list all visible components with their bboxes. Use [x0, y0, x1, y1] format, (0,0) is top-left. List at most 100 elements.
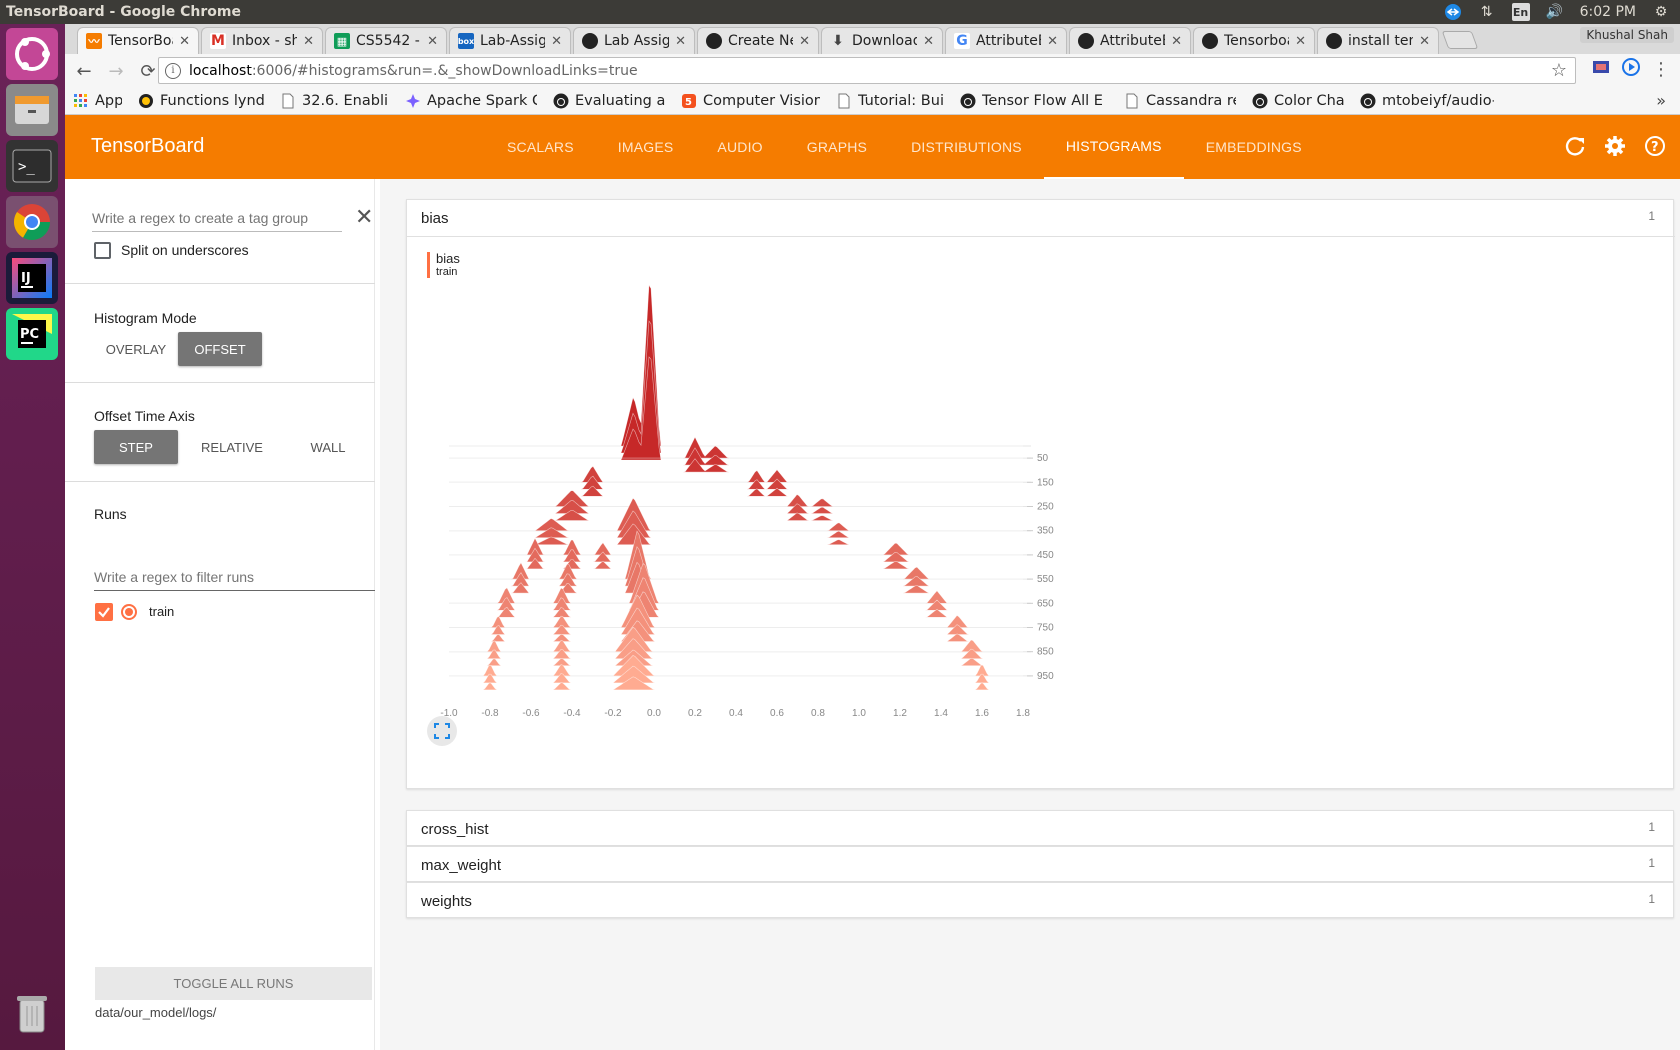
chrome-icon[interactable] [6, 196, 58, 248]
extensions-area: ⋮ [1592, 58, 1680, 80]
tab-close-icon[interactable]: ✕ [799, 34, 810, 49]
pycharm-icon[interactable]: PC [6, 308, 58, 360]
tab-histograms[interactable]: HISTOGRAMS [1043, 115, 1184, 179]
clock[interactable]: 6:02 PM [1580, 4, 1636, 20]
files-icon[interactable] [6, 84, 58, 136]
tab-distributions[interactable]: DISTRIBUTIONS [889, 115, 1044, 179]
bookmarks-overflow-icon[interactable]: » [1656, 91, 1666, 110]
x-tick-label: 0.0 [647, 708, 661, 719]
toggle-all-runs-button[interactable]: TOGGLE ALL RUNS [95, 967, 372, 1000]
tab-images[interactable]: IMAGES [596, 115, 696, 179]
address-bar[interactable]: i localhost:6006/#histograms&run=.&_show… [158, 57, 1576, 84]
mode-overlay-button[interactable]: OVERLAY [94, 332, 178, 366]
tab-close-icon[interactable]: ✕ [427, 34, 438, 49]
intellij-icon[interactable]: IJ [6, 252, 58, 304]
tag-regex-input[interactable] [92, 204, 342, 232]
tab-close-icon[interactable]: ✕ [675, 34, 686, 49]
chrome-menu-icon[interactable]: ⋮ [1652, 59, 1670, 80]
histogram-chart[interactable]: -1.0 -0.8 -0.6 -0.4 -0.2 0.0 0.2 0.4 0.6 0.8 1.0 1.… [427, 278, 1107, 748]
bookmark-item[interactable]: Evaluating a Clas [545, 93, 673, 109]
axis-step-button[interactable]: STEP [94, 430, 178, 464]
axis-relative-button[interactable]: RELATIVE [190, 430, 274, 464]
browser-tab[interactable]: ▦ CS5542 - Bi ✕ [325, 27, 447, 54]
play-extension-icon[interactable] [1622, 58, 1640, 80]
bookmark-star-icon[interactable]: ☆ [1551, 60, 1567, 81]
volume-icon[interactable]: 🔊 [1546, 3, 1564, 21]
histogram-ridge-step-0 [449, 320, 1023, 454]
card-title: bias [421, 209, 449, 227]
bookmark-label: 32.6. Enabling In [302, 93, 389, 109]
browser-tab[interactable]: ● Create Nev ✕ [697, 27, 819, 54]
back-button[interactable]: ← [71, 58, 97, 84]
mode-offset-button[interactable]: OFFSET [178, 332, 262, 366]
tag-card-max-weight[interactable]: max_weight 1 [406, 846, 1674, 882]
browser-tab[interactable]: M Inbox - sha ✕ [201, 27, 323, 54]
github-icon: ● [582, 33, 598, 49]
tab-close-icon[interactable]: ✕ [303, 34, 314, 49]
tab-title: AttributeE [1100, 33, 1166, 49]
tab-close-icon[interactable]: ✕ [1295, 34, 1306, 49]
browser-tab[interactable]: ⬇ Download ✕ [821, 27, 943, 54]
terminal-icon[interactable]: >_ [6, 140, 58, 192]
tab-close-icon[interactable]: ✕ [1171, 34, 1182, 49]
x-tick-label: 0.8 [811, 708, 825, 719]
fullscreen-icon[interactable] [427, 716, 457, 746]
new-tab-button[interactable] [1441, 31, 1479, 49]
split-underscores-checkbox[interactable] [94, 242, 111, 259]
tab-embeddings[interactable]: EMBEDDINGS [1184, 115, 1324, 179]
browser-tab[interactable]: ● install ten ✕ [1317, 27, 1439, 54]
histogram-ridge-step-350 [449, 510, 1023, 538]
bookmarks-bar: Apps Functions lynda 32.6. Enabling In Apac… [65, 88, 1680, 115]
bookmark-item[interactable]: Cassandra repor [1116, 93, 1244, 109]
histogram-ridge-step-750 [449, 620, 1023, 642]
browser-tab[interactable]: ● AttributeE ✕ [1069, 27, 1191, 54]
clear-icon[interactable]: ✕ [355, 206, 373, 228]
bookmark-item[interactable]: Tutorial: Build Yo [828, 93, 952, 109]
tab-scalars[interactable]: SCALARS [485, 115, 596, 179]
x-tick-label: 1.8 [1016, 708, 1030, 719]
tag-card-cross-hist[interactable]: cross_hist 1 [406, 810, 1674, 846]
extension-icon[interactable] [1592, 58, 1610, 80]
settings-icon[interactable] [1604, 135, 1626, 161]
tab-close-icon[interactable]: ✕ [551, 34, 562, 49]
language-indicator[interactable]: En [1511, 3, 1530, 21]
run-color-radio[interactable] [121, 604, 137, 620]
browser-tab[interactable]: G AttributeE ✕ [945, 27, 1067, 54]
runs-regex-input[interactable] [94, 563, 375, 591]
network-icon[interactable]: ⇅ [1478, 3, 1496, 21]
help-icon[interactable]: ? [1644, 135, 1666, 161]
tab-close-icon[interactable]: ✕ [923, 34, 934, 49]
bookmark-item[interactable]: 32.6. Enabling In [272, 93, 397, 109]
browser-tab[interactable]: ● Lab Assign ✕ [573, 27, 695, 54]
axis-wall-button[interactable]: WALL [286, 430, 370, 464]
bookmark-item[interactable]: 5 Computer Vision [673, 93, 828, 109]
url-path: :6006/#histograms&run=.&_showDownloadLin… [251, 62, 638, 79]
browser-tab[interactable]: box Lab-Assign ✕ [449, 27, 571, 54]
tab-close-icon[interactable]: ✕ [179, 34, 190, 49]
spark-icon [405, 93, 421, 109]
tab-close-icon[interactable]: ✕ [1419, 34, 1430, 49]
run-checkbox[interactable] [95, 603, 113, 621]
tab-close-icon[interactable]: ✕ [1047, 34, 1058, 49]
tag-card-weights[interactable]: weights 1 [406, 882, 1674, 918]
info-icon[interactable]: i [165, 62, 181, 79]
browser-tab[interactable]: 〰 TensorBoa ✕ [77, 27, 199, 54]
tab-graphs[interactable]: GRAPHS [785, 115, 889, 179]
refresh-icon[interactable] [1564, 135, 1586, 161]
ubuntu-home-icon[interactable] [6, 28, 58, 80]
bookmark-item[interactable]: Color Change [1244, 93, 1352, 109]
bookmark-item[interactable]: Apps [65, 93, 130, 109]
bookmark-item[interactable]: mtobeiyf/audio- [1352, 93, 1502, 109]
tab-audio[interactable]: AUDIO [695, 115, 784, 179]
teamviewer-icon[interactable] [1444, 3, 1462, 21]
browser-tab[interactable]: ● Tensorboa ✕ [1193, 27, 1315, 54]
profile-name[interactable]: Khushal Shah [1580, 27, 1674, 43]
card-header[interactable]: bias 1 [407, 200, 1673, 236]
bookmark-item[interactable]: Tensor Flow All E [952, 93, 1116, 109]
system-gear-icon[interactable]: ⚙ [1652, 3, 1670, 21]
trash-icon[interactable] [6, 988, 58, 1040]
bookmark-item[interactable]: Functions lynda [130, 93, 272, 109]
bookmark-item[interactable]: Apache Spark Cl [397, 93, 545, 109]
forward-button[interactable]: → [103, 58, 129, 84]
box-icon: box [458, 33, 474, 49]
